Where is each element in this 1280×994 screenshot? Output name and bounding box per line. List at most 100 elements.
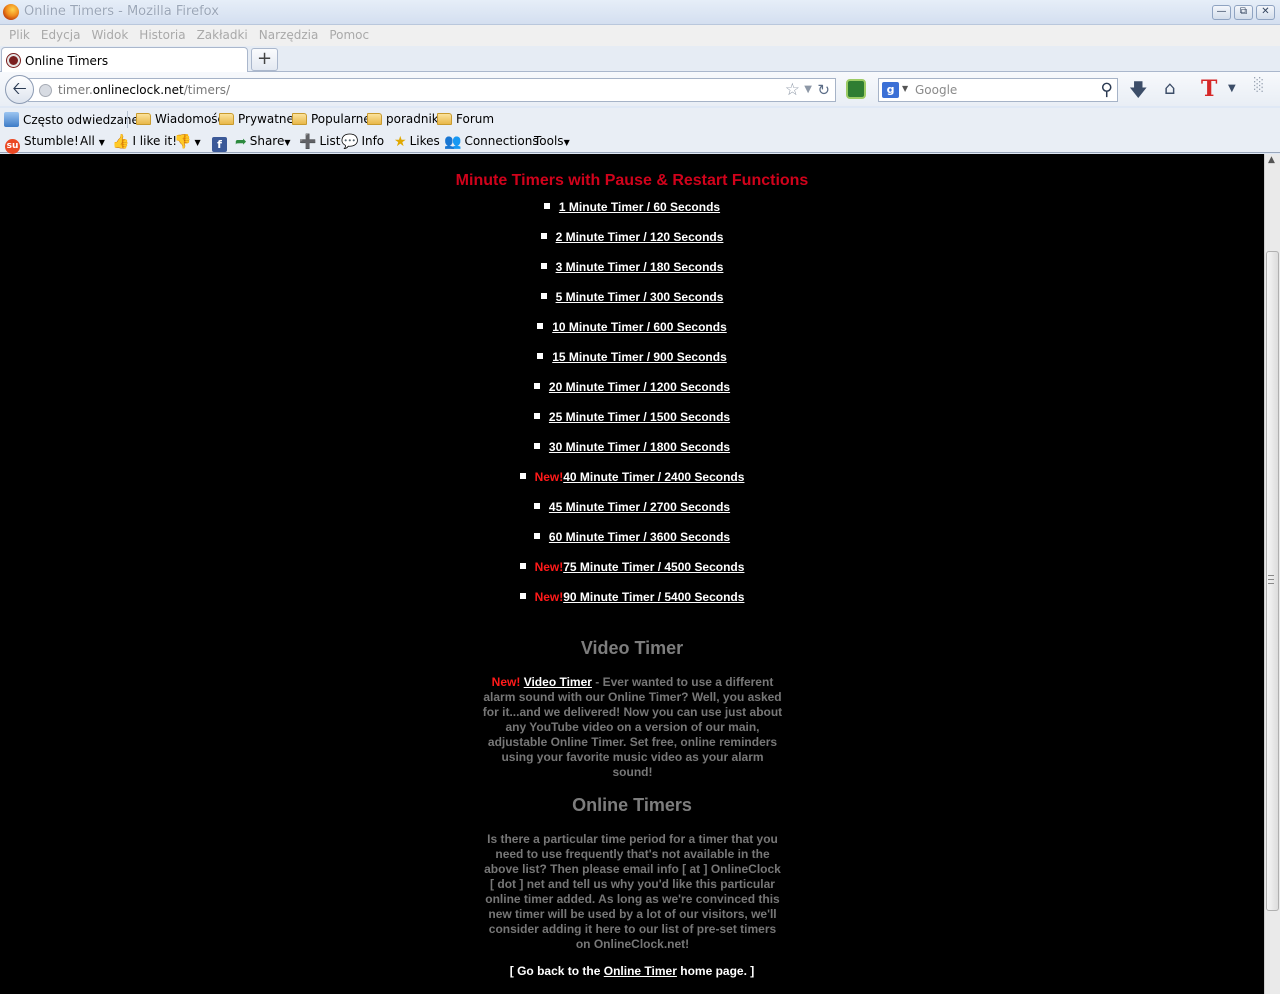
folder-icon: [292, 113, 307, 125]
list-plus-icon: ➕: [299, 134, 317, 150]
menu-file[interactable]: Plik: [7, 28, 32, 42]
url-bar[interactable]: timer.onlineclock.net/timers/ ☆ ▼ ↻: [28, 78, 836, 102]
timer-link[interactable]: 1 Minute Timer / 60 Seconds: [559, 200, 720, 214]
restore-button[interactable]: ⧉: [1234, 5, 1253, 20]
most-visited-icon: [4, 112, 19, 127]
menu-edit[interactable]: Edycja: [39, 28, 83, 42]
history-dropdown-icon[interactable]: ▼: [804, 84, 812, 95]
share-button[interactable]: ➦ Share▼: [235, 134, 291, 150]
timer-list-item: 5 Minute Timer / 300 Seconds: [0, 290, 1264, 320]
stumbleupon-toolbar: su Stumble! All ▼ 👍 I like it! 👎 ▼ f ➦ Share…: [0, 131, 1280, 154]
menu-bar: Plik Edycja Widok Historia Zakładki Narzędzia…: [0, 25, 1280, 46]
timer-link[interactable]: 90 Minute Timer / 5400 Seconds: [563, 590, 744, 604]
new-badge: New!: [491, 675, 521, 689]
folder-icon: [219, 113, 234, 125]
all-dropdown[interactable]: All ▼: [80, 134, 105, 148]
menu-history[interactable]: Historia: [137, 28, 187, 42]
online-timer-home-link[interactable]: Online Timer: [604, 964, 677, 978]
timer-list-item: New!75 Minute Timer / 4500 Seconds: [0, 560, 1264, 590]
stumbleupon-icon: su: [5, 139, 20, 154]
online-timers-title: Online Timers: [572, 795, 692, 815]
timer-link[interactable]: 5 Minute Timer / 300 Seconds: [556, 290, 724, 304]
timer-link[interactable]: 10 Minute Timer / 600 Seconds: [552, 320, 727, 334]
bookmark-most-visited[interactable]: Często odwiedzane: [4, 112, 139, 127]
bullet-icon: [519, 563, 526, 569]
menu-tools[interactable]: Narzędzia: [257, 28, 321, 42]
timer-list-item: 2 Minute Timer / 120 Seconds: [0, 230, 1264, 260]
tools-dropdown[interactable]: Tools▼: [534, 134, 570, 148]
tab-bar: Online Timers +: [0, 46, 1280, 73]
minimize-button[interactable]: —: [1212, 5, 1231, 20]
search-input[interactable]: Google: [915, 83, 957, 97]
menu-help[interactable]: Pomoc: [327, 28, 371, 42]
t-addon-icon[interactable]: T: [1201, 76, 1217, 102]
folder-icon: [136, 113, 151, 125]
timer-list-item: New!40 Minute Timer / 2400 Seconds: [0, 470, 1264, 500]
url-text[interactable]: timer.onlineclock.net/timers/: [58, 83, 230, 97]
scroll-up-arrow-icon[interactable]: ▲: [1268, 155, 1275, 165]
bullet-icon: [533, 383, 540, 389]
site-identity-icon[interactable]: [39, 84, 52, 97]
home-icon[interactable]: ⌂: [1164, 78, 1175, 99]
reload-icon[interactable]: ↻: [817, 81, 830, 99]
favicon-icon: [7, 54, 20, 67]
dislike-button[interactable]: 👎 ▼: [174, 134, 201, 150]
timer-list-item: 20 Minute Timer / 1200 Seconds: [0, 380, 1264, 410]
close-button[interactable]: ✕: [1256, 5, 1275, 20]
bookmark-folder-popular[interactable]: Popularne: [292, 112, 371, 126]
stumble-button[interactable]: su Stumble!: [5, 134, 79, 154]
timer-link[interactable]: 25 Minute Timer / 1500 Seconds: [549, 410, 730, 424]
new-tab-button[interactable]: +: [251, 48, 278, 71]
t-addon-dropdown-icon[interactable]: ▼: [1228, 83, 1236, 94]
timer-link[interactable]: 40 Minute Timer / 2400 Seconds: [563, 470, 744, 484]
timer-list-item: New!90 Minute Timer / 5400 Seconds: [0, 590, 1264, 620]
timer-link[interactable]: 60 Minute Timer / 3600 Seconds: [549, 530, 730, 544]
timer-link[interactable]: 3 Minute Timer / 180 Seconds: [556, 260, 724, 274]
facebook-icon: f: [212, 137, 227, 152]
people-icon: 👥: [444, 134, 462, 150]
vertical-scrollbar[interactable]: ▲: [1264, 154, 1280, 994]
timer-link[interactable]: 15 Minute Timer / 900 Seconds: [552, 350, 727, 364]
timer-list-item: 45 Minute Timer / 2700 Seconds: [0, 500, 1264, 530]
timer-list-item: 30 Minute Timer / 1800 Seconds: [0, 440, 1264, 470]
google-icon[interactable]: g: [882, 82, 899, 98]
thumbs-up-icon: 👍: [112, 134, 130, 150]
star-icon: ★: [394, 134, 407, 150]
addon-icon[interactable]: [846, 79, 866, 99]
connections-button[interactable]: 👥 Connections: [444, 134, 539, 150]
menu-bookmarks[interactable]: Zakładki: [195, 28, 250, 42]
bookmark-folder-news[interactable]: Wiadomości: [136, 112, 227, 126]
downloads-icon[interactable]: 🡇: [1129, 78, 1148, 108]
search-icon[interactable]: ⚲: [1101, 80, 1113, 100]
bullet-icon: [537, 353, 544, 359]
signal-bars-icon[interactable]: ░: [1254, 78, 1264, 93]
timer-link[interactable]: 30 Minute Timer / 1800 Seconds: [549, 440, 730, 454]
back-to-home-line: [ Go back to the Online Timer home page.…: [509, 964, 755, 978]
bookmark-folder-forum[interactable]: Forum: [437, 112, 494, 126]
video-timer-link[interactable]: Video Timer: [524, 675, 592, 689]
timer-link[interactable]: 45 Minute Timer / 2700 Seconds: [549, 500, 730, 514]
thumbs-down-icon: 👎: [174, 134, 192, 150]
timer-link[interactable]: 2 Minute Timer / 120 Seconds: [556, 230, 724, 244]
like-button[interactable]: 👍 I like it!: [112, 134, 177, 150]
timer-list-item: 60 Minute Timer / 3600 Seconds: [0, 530, 1264, 560]
tab-online-timers[interactable]: Online Timers: [1, 47, 248, 73]
facebook-button[interactable]: f: [212, 134, 227, 152]
back-button[interactable]: 🡠: [5, 75, 34, 104]
timer-list-item: 1 Minute Timer / 60 Seconds: [0, 200, 1264, 230]
firefox-logo-icon[interactable]: [3, 4, 19, 20]
menu-view[interactable]: Widok: [89, 28, 130, 42]
likes-button[interactable]: ★ Likes: [394, 134, 440, 150]
timer-link[interactable]: 75 Minute Timer / 4500 Seconds: [563, 560, 744, 574]
new-badge: New!: [534, 590, 564, 604]
bookmark-separator: [127, 111, 128, 128]
bookmark-folder-private[interactable]: Prywatne: [219, 112, 294, 126]
bookmark-star-icon[interactable]: ☆: [785, 80, 800, 100]
list-button[interactable]: ➕ List: [299, 134, 340, 150]
timer-link[interactable]: 20 Minute Timer / 1200 Seconds: [549, 380, 730, 394]
bookmark-folder-guides[interactable]: poradniki: [367, 112, 442, 126]
bullet-icon: [533, 443, 540, 449]
search-engine-dropdown-icon[interactable]: ▼: [902, 84, 908, 93]
info-button[interactable]: 💬 Info: [341, 134, 384, 150]
search-bar[interactable]: g ▼ Google ⚲: [878, 78, 1118, 102]
